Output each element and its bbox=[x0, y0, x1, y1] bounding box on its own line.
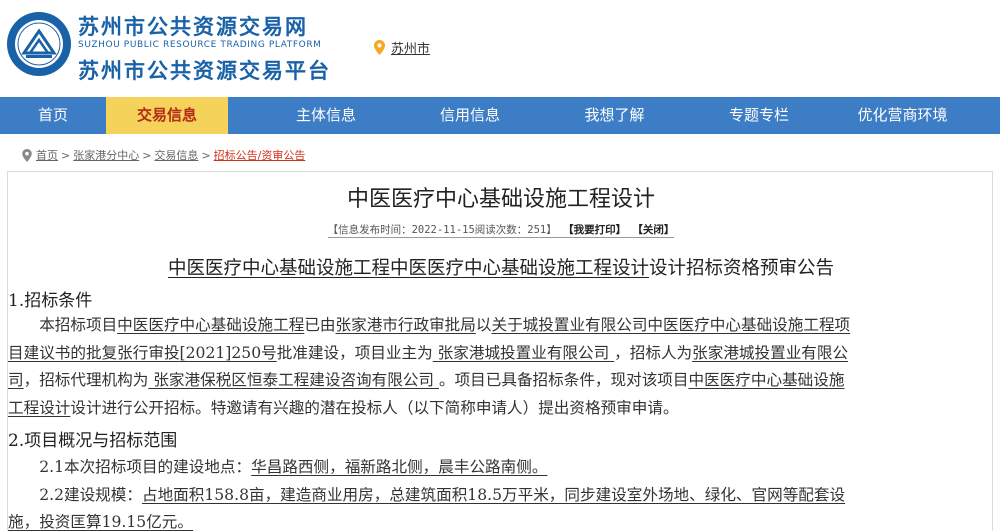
text-run: 。项目已具备招标条件，现对该项目 bbox=[438, 371, 689, 389]
brand-title: 苏州市公共资源交易网 bbox=[78, 15, 308, 39]
text-run: 本招标项目 bbox=[8, 316, 118, 334]
text-run: 以 bbox=[475, 316, 492, 334]
article-meta: 【信息发布时间：2022-11-15阅读次数：251】 【我要打印】 【关闭】 bbox=[8, 222, 992, 238]
text-line: 工程设计设计进行公开招标。特邀请有兴趣的潜在投标人（以下简称申请人）提出资格预审… bbox=[8, 395, 988, 423]
brand-subtitle: 苏州市公共资源交易平台 bbox=[78, 59, 331, 83]
project-owner: 张家港城投置业有限公司 bbox=[432, 343, 615, 362]
text-line: 施，投资匡算19.15亿元。 bbox=[8, 509, 988, 531]
construction-scale: 施，投资匡算19.15亿元。 bbox=[8, 513, 193, 531]
breadcrumb-current[interactable]: 招标公告/资审公告 bbox=[214, 147, 306, 163]
publish-info: 【信息发布时间：2022-11-15阅读次数：251】 bbox=[327, 224, 557, 236]
construction-site: 华昌路西侧，福新路北侧，晨丰公路南侧。 bbox=[251, 458, 548, 476]
text-run: ，招标代理机构为 bbox=[23, 371, 149, 389]
document-heading: 中医医疗中心基础设施工程中医医疗中心基础设施工程设计设计招标资格预审公告 bbox=[8, 254, 992, 280]
breadcrumb: 首页 > 张家港分中心 > 交易信息 > 招标公告/资审公告 bbox=[22, 147, 305, 163]
tenderer: 司 bbox=[8, 371, 24, 389]
close-button[interactable]: 【关闭】 bbox=[632, 224, 674, 236]
location-label[interactable]: 苏州市 bbox=[391, 38, 430, 57]
text-line: 2.2建设规模：占地面积158.8亩，建造商业用房，总建筑面积18.5万平米，同… bbox=[8, 482, 988, 510]
text-run: 批准建设，项目业主为 bbox=[276, 343, 433, 362]
nav-item-entity-info[interactable]: 主体信息 bbox=[228, 97, 424, 134]
nav-item-special-topics[interactable]: 专题专栏 bbox=[713, 97, 805, 134]
project-name: 工程设计 bbox=[8, 398, 71, 417]
project-name: 中医医疗中心基础设施 bbox=[688, 371, 845, 389]
brand-english-name: SUZHOU PUBLIC RESOURCE TRADING PLATFORM bbox=[78, 40, 322, 50]
location-pin-icon bbox=[22, 148, 32, 162]
text-line: 本招标项目中医医疗中心基础设施工程已由张家港市行政审批局以关于城投置业有限公司中… bbox=[8, 312, 988, 340]
section-heading-1: 1.招标条件 bbox=[8, 291, 93, 311]
project-name: 中医医疗中心基础设施工程 bbox=[117, 316, 305, 334]
approval-document: 目建议书的批复张行审投[2021]250号 bbox=[8, 343, 277, 362]
location-pin-icon bbox=[374, 40, 385, 55]
site-header: 苏州市公共资源交易网 SUZHOU PUBLIC RESOURCE TRADIN… bbox=[0, 0, 1000, 97]
breadcrumb-home[interactable]: 首页 bbox=[36, 147, 58, 163]
nav-item-credit-info[interactable]: 信用信息 bbox=[424, 97, 516, 134]
text-run: 2.2建设规模： bbox=[8, 485, 142, 504]
text-run: 设计进行公开招标。特邀请有兴趣的潜在投标人（以下简称申请人）提出资格预审申请。 bbox=[70, 398, 679, 417]
section-2-body: 2.1本次招标项目的建设地点：华昌路西侧，福新路北侧，晨丰公路南侧。 2.2建设… bbox=[8, 454, 988, 531]
text-run: 已由 bbox=[304, 316, 336, 334]
section-heading-2: 2.项目概况与招标范围 bbox=[8, 431, 178, 451]
breadcrumb-separator: > bbox=[201, 148, 211, 162]
main-nav: 首页 交易信息 主体信息 信用信息 我想了解 专题专栏 优化营商环境 bbox=[0, 97, 1000, 134]
construction-scale: 占地面积158.8亩，建造商业用房，总建筑面积18.5万平米，同步建设室外场地、… bbox=[141, 485, 846, 504]
text-run: ，招标人为 bbox=[614, 343, 693, 362]
approval-document: 关于城投置业有限公司中医医疗中心基础设施工程项 bbox=[491, 316, 851, 334]
breadcrumb-trading-info[interactable]: 交易信息 bbox=[154, 147, 198, 163]
text-line: 2.1本次招标项目的建设地点：华昌路西侧，福新路北侧，晨丰公路南侧。 bbox=[8, 454, 988, 482]
article-panel: 中医医疗中心基础设施工程设计 【信息发布时间：2022-11-15阅读次数：25… bbox=[7, 171, 993, 531]
nav-item-business-environment[interactable]: 优化营商环境 bbox=[805, 97, 1000, 134]
nav-item-home[interactable]: 首页 bbox=[0, 97, 106, 134]
tenderer: 张家港城投置业有限公 bbox=[692, 343, 849, 362]
nav-item-learn-more[interactable]: 我想了解 bbox=[516, 97, 713, 134]
text-line: 目建议书的批复张行审投[2021]250号批准建设，项目业主为 张家港城投置业有… bbox=[8, 340, 988, 368]
breadcrumb-zhangjiagang-center[interactable]: 张家港分中心 bbox=[73, 147, 139, 163]
nav-item-trading-info[interactable]: 交易信息 bbox=[106, 97, 228, 134]
breadcrumb-separator: > bbox=[142, 148, 152, 162]
breadcrumb-separator: > bbox=[61, 148, 71, 162]
document-heading-project: 中医医疗中心基础设施工程中医医疗中心基础设施工程设计 bbox=[167, 258, 649, 279]
section-1-body: 本招标项目中医医疗中心基础设施工程已由张家港市行政审批局以关于城投置业有限公司中… bbox=[8, 312, 988, 422]
site-logo-seal-icon[interactable] bbox=[6, 11, 72, 77]
location-selector[interactable]: 苏州市 bbox=[374, 38, 430, 57]
page-title: 中医医疗中心基础设施工程设计 bbox=[346, 187, 655, 212]
text-run: 2.1本次招标项目的建设地点： bbox=[8, 458, 252, 476]
approval-authority: 张家港市行政审批局 bbox=[335, 316, 476, 334]
document-heading-suffix: 设计招标资格预审公告 bbox=[649, 258, 835, 279]
print-button[interactable]: 【我要打印】 bbox=[563, 224, 626, 236]
tender-agent: 张家港保税区恒泰工程建设咨询有限公司 bbox=[148, 371, 439, 389]
text-line: 司，招标代理机构为 张家港保税区恒泰工程建设咨询有限公司 。项目已具备招标条件，… bbox=[8, 367, 988, 395]
